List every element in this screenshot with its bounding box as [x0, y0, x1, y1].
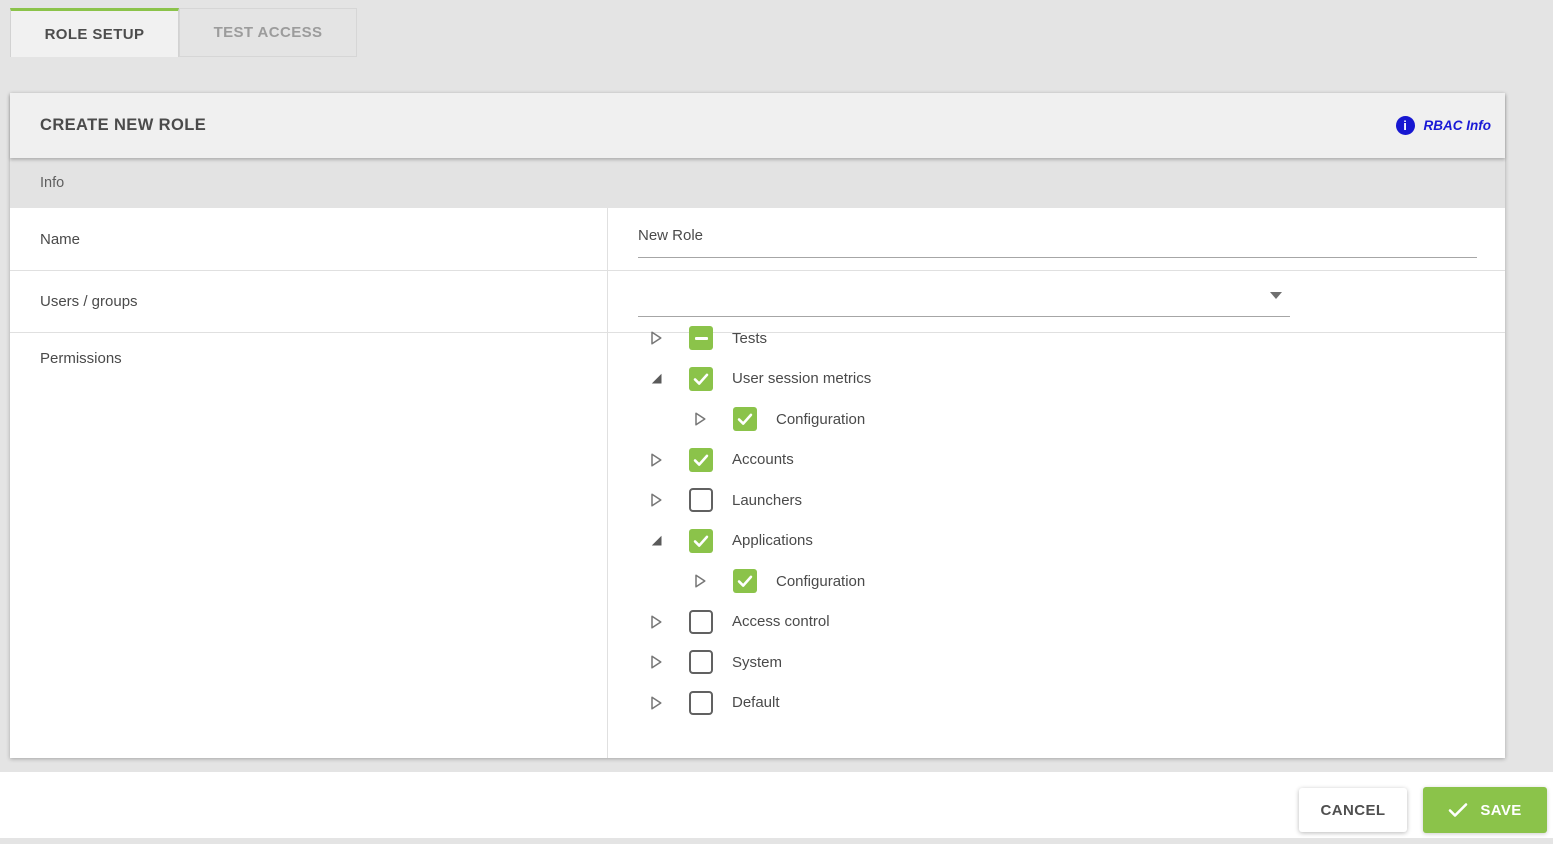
checkbox-checked[interactable] [689, 447, 713, 472]
caret-down-icon[interactable] [1270, 292, 1282, 299]
tree-item-label[interactable]: Applications [732, 532, 813, 549]
info-section-label: Info [40, 175, 65, 191]
expand-arrow-icon[interactable] [692, 573, 708, 589]
rbac-info-label: RBAC Info [1423, 118, 1492, 133]
save-button[interactable]: SAVE [1423, 787, 1547, 833]
tree-item-applications: Applications [648, 521, 1468, 562]
checkbox-checked[interactable] [689, 528, 713, 553]
checkbox-unchecked[interactable] [689, 690, 713, 715]
tree-item-label[interactable]: Configuration [776, 411, 865, 428]
tree-item-access-control: Access control [648, 602, 1468, 643]
tree-item-label[interactable]: Access control [732, 613, 830, 630]
tree-item-configuration: Configuration [648, 561, 1468, 602]
users-groups-dropdown[interactable] [638, 279, 1290, 317]
checkbox-unchecked[interactable] [689, 609, 713, 634]
create-role-screen: ROLE SETUP TEST ACCESS CREATE NEW ROLE i… [0, 0, 1553, 844]
rbac-info-link[interactable]: i RBAC Info [1395, 93, 1492, 158]
tree-item-label[interactable]: Launchers [732, 492, 802, 509]
tree-item-label[interactable]: User session metrics [732, 370, 871, 387]
tab-test-access[interactable]: TEST ACCESS [179, 8, 357, 57]
expand-arrow-icon[interactable] [692, 411, 708, 427]
save-button-label: SAVE [1480, 801, 1522, 819]
name-input[interactable] [638, 220, 1477, 258]
expand-arrow-icon[interactable] [648, 695, 664, 711]
tree-item-default: Default [648, 683, 1468, 724]
cancel-button[interactable]: CANCEL [1299, 788, 1407, 832]
tree-item-accounts: Accounts [648, 440, 1468, 481]
row-divider [10, 270, 1505, 271]
collapse-arrow-icon[interactable] [648, 371, 664, 387]
tab-role-setup[interactable]: ROLE SETUP [10, 8, 179, 57]
users-groups-field-label: Users / groups [40, 292, 138, 310]
page-title: CREATE NEW ROLE [40, 116, 207, 134]
checkbox-unchecked[interactable] [689, 650, 713, 675]
name-field-label: Name [40, 230, 81, 248]
permissions-tree: Tests User session metrics Configuration Ac… [648, 318, 1468, 723]
expand-arrow-icon[interactable] [648, 614, 664, 630]
cancel-button-label: CANCEL [1320, 801, 1386, 819]
tree-item-label[interactable]: Tests [732, 330, 767, 347]
create-new-role-panel: CREATE NEW ROLE i RBAC Info Info Name Us… [10, 93, 1505, 758]
checkbox-checked[interactable] [733, 407, 757, 432]
info-section-bar: Info [10, 158, 1505, 208]
checkbox-unchecked[interactable] [689, 488, 713, 513]
tree-item-label[interactable]: Default [732, 694, 780, 711]
tree-item-label[interactable]: Accounts [732, 451, 794, 468]
check-icon [1448, 802, 1468, 818]
tree-item-launchers: Launchers [648, 480, 1468, 521]
column-divider [607, 208, 608, 758]
permissions-field-label: Permissions [40, 350, 122, 367]
checkbox-checked[interactable] [689, 366, 713, 391]
expand-arrow-icon[interactable] [648, 330, 664, 346]
info-icon: i [1395, 116, 1415, 135]
tree-item-label[interactable]: System [732, 654, 782, 671]
expand-arrow-icon[interactable] [648, 452, 664, 468]
collapse-arrow-icon[interactable] [648, 533, 664, 549]
expand-arrow-icon[interactable] [648, 492, 664, 508]
tree-item-user-session-metrics: User session metrics [648, 359, 1468, 400]
panel-header: CREATE NEW ROLE i RBAC Info [10, 93, 1505, 158]
tab-role-setup-label: ROLE SETUP [44, 25, 145, 43]
checkbox-checked[interactable] [733, 569, 757, 594]
checkbox-indeterminate[interactable] [689, 326, 713, 351]
tree-item-tests: Tests [648, 318, 1468, 359]
tab-test-access-label: TEST ACCESS [213, 24, 323, 41]
minus-icon [694, 336, 708, 340]
tree-item-configuration: Configuration [648, 399, 1468, 440]
tree-item-label[interactable]: Configuration [776, 573, 865, 590]
tree-item-system: System [648, 642, 1468, 683]
expand-arrow-icon[interactable] [648, 654, 664, 670]
